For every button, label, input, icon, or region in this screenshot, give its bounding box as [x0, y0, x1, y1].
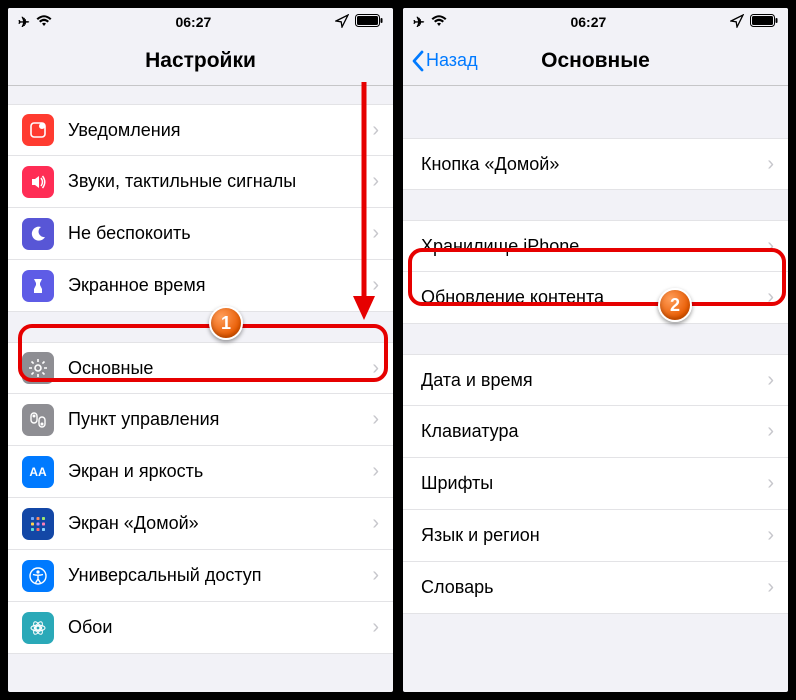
airplane-icon: ✈: [413, 14, 425, 31]
row-datetime[interactable]: Дата и время ›: [403, 354, 788, 406]
homescreen-icon: [22, 508, 54, 540]
display-icon: AA: [22, 456, 54, 488]
row-dictionary[interactable]: Словарь ›: [403, 562, 788, 614]
row-label: Шрифты: [421, 473, 767, 494]
row-label: Экран и яркость: [68, 461, 372, 482]
chevron-right-icon: ›: [767, 420, 774, 443]
chevron-right-icon: ›: [767, 472, 774, 495]
phone-settings: ✈ 06:27 Настройки: [6, 6, 395, 694]
wifi-icon: [36, 14, 52, 30]
row-label: Кнопка «Домой»: [421, 154, 767, 175]
sounds-icon: [22, 166, 54, 198]
page-title: Настройки: [145, 49, 256, 73]
status-time: 06:27: [570, 14, 606, 30]
row-backgroundrefresh[interactable]: Обновление контента ›: [403, 272, 788, 324]
general-icon: [22, 352, 54, 384]
chevron-right-icon: ›: [767, 235, 774, 258]
row-label: Экранное время: [68, 275, 372, 296]
row-controlcenter[interactable]: Пункт управления ›: [8, 394, 393, 446]
annotation-badge-1: 1: [209, 306, 243, 340]
row-notifications[interactable]: Уведомления ›: [8, 104, 393, 156]
row-homebutton[interactable]: Кнопка «Домой» ›: [403, 138, 788, 190]
annotation-arrow: [350, 82, 378, 322]
row-screentime[interactable]: Экранное время ›: [8, 260, 393, 312]
chevron-right-icon: ›: [767, 286, 774, 309]
row-label: Обои: [68, 617, 372, 638]
row-label: Универсальный доступ: [68, 565, 372, 586]
row-accessibility[interactable]: Универсальный доступ ›: [8, 550, 393, 602]
chevron-right-icon: ›: [372, 357, 379, 380]
row-storage[interactable]: Хранилище iPhone ›: [403, 220, 788, 272]
row-label: Дата и время: [421, 370, 767, 391]
location-icon: [335, 14, 349, 31]
row-label: Клавиатура: [421, 421, 767, 442]
chevron-right-icon: ›: [372, 616, 379, 639]
row-label: Словарь: [421, 577, 767, 598]
chevron-right-icon: ›: [767, 524, 774, 547]
battery-icon: [355, 14, 383, 30]
status-bar: ✈ 06:27: [403, 8, 788, 36]
page-title: Основные: [541, 49, 650, 73]
phone-general: ✈ 06:27 Назад Основные: [401, 6, 790, 694]
status-bar: ✈ 06:27: [8, 8, 393, 36]
nav-header: Настройки: [8, 36, 393, 86]
chevron-right-icon: ›: [767, 369, 774, 392]
chevron-right-icon: ›: [372, 408, 379, 431]
battery-icon: [750, 14, 778, 30]
wifi-icon: [431, 14, 447, 30]
row-label: Хранилище iPhone: [421, 236, 767, 257]
row-wallpaper[interactable]: Обои ›: [8, 602, 393, 654]
row-label: Основные: [68, 358, 372, 379]
accessibility-icon: [22, 560, 54, 592]
nav-header: Назад Основные: [403, 36, 788, 86]
row-sounds[interactable]: Звуки, тактильные сигналы ›: [8, 156, 393, 208]
notifications-icon: [22, 114, 54, 146]
row-label: Уведомления: [68, 120, 372, 141]
chevron-right-icon: ›: [372, 512, 379, 535]
row-dnd[interactable]: Не беспокоить ›: [8, 208, 393, 260]
row-label: Не беспокоить: [68, 223, 372, 244]
controlcenter-icon: [22, 404, 54, 436]
row-label: Язык и регион: [421, 525, 767, 546]
back-label: Назад: [426, 50, 478, 71]
row-fonts[interactable]: Шрифты ›: [403, 458, 788, 510]
row-keyboard[interactable]: Клавиатура ›: [403, 406, 788, 458]
dnd-icon: [22, 218, 54, 250]
airplane-icon: ✈: [18, 14, 30, 31]
row-general[interactable]: Основные ›: [8, 342, 393, 394]
row-label: Обновление контента: [421, 287, 767, 308]
row-language[interactable]: Язык и регион ›: [403, 510, 788, 562]
chevron-right-icon: ›: [767, 576, 774, 599]
back-button[interactable]: Назад: [411, 50, 478, 72]
screentime-icon: [22, 270, 54, 302]
annotation-badge-2: 2: [658, 288, 692, 322]
row-label: Звуки, тактильные сигналы: [68, 171, 372, 192]
row-display[interactable]: AA Экран и яркость ›: [8, 446, 393, 498]
chevron-right-icon: ›: [372, 564, 379, 587]
chevron-right-icon: ›: [767, 153, 774, 176]
row-label: Экран «Домой»: [68, 513, 372, 534]
row-label: Пункт управления: [68, 409, 372, 430]
chevron-right-icon: ›: [372, 460, 379, 483]
status-time: 06:27: [175, 14, 211, 30]
location-icon: [730, 14, 744, 31]
row-homescreen[interactable]: Экран «Домой» ›: [8, 498, 393, 550]
wallpaper-icon: [22, 612, 54, 644]
